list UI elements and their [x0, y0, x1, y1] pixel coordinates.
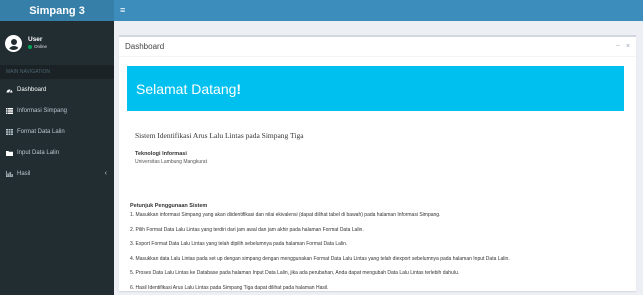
top-navbar: ≡	[114, 0, 643, 21]
system-title: Sistem Identifikasi Arus Lalu Lintas pad…	[135, 131, 304, 140]
user-name: User	[28, 35, 43, 43]
user-avatar-icon	[5, 34, 22, 52]
sidebar-item-informasi-simpang[interactable]: Informasi Simpang	[0, 100, 114, 121]
organization-name: Teknologi Informasi	[135, 151, 187, 157]
list-icon	[6, 107, 15, 114]
box-title: Dashboard	[125, 42, 165, 51]
guide-step: 3. Export Format Data Lalu Lintas yang t…	[130, 241, 348, 247]
box-tools: − ×	[616, 43, 630, 50]
guide-title: Petunjuk Penggunaan Sistem	[130, 203, 208, 209]
sidebar: Simpang 3 User Online MAIN NAVIGATION Da…	[0, 0, 114, 295]
sidebar-item-label: Informasi Simpang	[17, 107, 68, 114]
user-info: User Online	[28, 36, 47, 50]
hamburger-menu-icon[interactable]: ≡	[120, 4, 125, 16]
university-name: Universitas Lambung Mangkurat	[135, 159, 207, 165]
sidebar-item-hasil[interactable]: Hasil ‹	[0, 163, 114, 184]
chevron-left-icon: ‹	[104, 170, 107, 177]
guide-step: 4. Masukkan data Lalu Lintas pada set up…	[130, 255, 510, 262]
app-logo[interactable]: Simpang 3	[0, 0, 114, 21]
dashboard-box: Dashboard − × Selamat Datang! Sistem Ide…	[119, 35, 636, 291]
user-status: Online	[28, 44, 47, 50]
sidebar-item-dashboard[interactable]: Dashboard	[0, 79, 114, 100]
collapse-icon[interactable]: −	[616, 43, 620, 50]
guide-step: 2. Pilih Format Data Lalu Lintas yang te…	[130, 226, 364, 233]
user-panel: User Online	[0, 21, 114, 65]
nav-header: MAIN NAVIGATION	[0, 65, 114, 79]
sidebar-item-label: Hasil	[17, 170, 31, 177]
guide-step: 5. Proses Data Lalu Lintas ke Database p…	[130, 270, 460, 276]
guide-step: 1. Masukkan informasi Simpang yang akan …	[130, 212, 441, 218]
guide-steps: 1. Masukkan informasi Simpang yang akan …	[130, 212, 510, 295]
sidebar-item-format-data-lalin[interactable]: Format Data Lalin	[0, 121, 114, 142]
close-icon[interactable]: ×	[626, 43, 630, 50]
welcome-text: Selamat Datang	[136, 80, 237, 97]
sidebar-item-label: Dashboard	[17, 86, 47, 93]
bar-chart-icon	[6, 170, 15, 177]
welcome-banner: Selamat Datang!	[127, 66, 624, 111]
organization-block: Teknologi Informasi Universitas Lambung …	[135, 151, 207, 165]
sidebar-item-label: Input Data Lalin	[17, 149, 60, 156]
sidebar-menu: Dashboard Informasi Simpang Format Data …	[0, 79, 114, 184]
dashboard-icon	[6, 87, 15, 93]
welcome-mark: !	[236, 80, 242, 97]
sidebar-item-input-data-lalin[interactable]: Input Data Lalin	[0, 142, 114, 163]
guide-step: 6. Hasil Identifikasi Arus Lalu Lintas p…	[130, 284, 329, 291]
sidebar-item-label: Format Data Lalin	[17, 128, 65, 135]
box-header: Dashboard − ×	[119, 37, 636, 57]
user-status-label: Online	[34, 44, 48, 50]
online-dot-icon	[28, 45, 32, 50]
usage-guide: Petunjuk Penggunaan Sistem 1. Masukkan i…	[130, 203, 510, 295]
table-icon	[6, 128, 15, 135]
folder-icon	[6, 150, 15, 156]
